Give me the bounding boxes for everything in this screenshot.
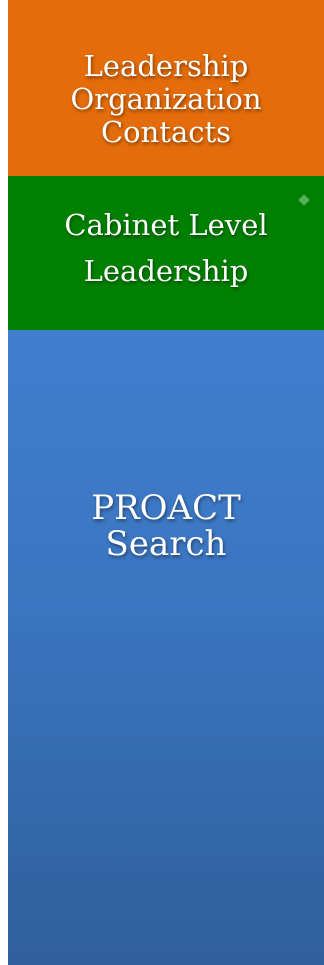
- tile-label-line: Leadership: [83, 49, 249, 83]
- leadership-organization-contacts-tile[interactable]: Leadership Organization Contacts: [8, 0, 324, 176]
- proact-search-tile[interactable]: PROACT Search: [8, 330, 324, 965]
- tile-label-line: Search: [105, 524, 227, 564]
- tile-label-line: Leadership: [83, 254, 249, 288]
- tile-label-line: PROACT: [91, 488, 241, 528]
- tile-label-line: Organization: [70, 82, 262, 116]
- cabinet-level-leadership-tile[interactable]: Cabinet Level Leadership: [8, 176, 324, 330]
- tile-label-line: Cabinet Level: [64, 208, 268, 242]
- tile-label-line: Contacts: [100, 115, 232, 149]
